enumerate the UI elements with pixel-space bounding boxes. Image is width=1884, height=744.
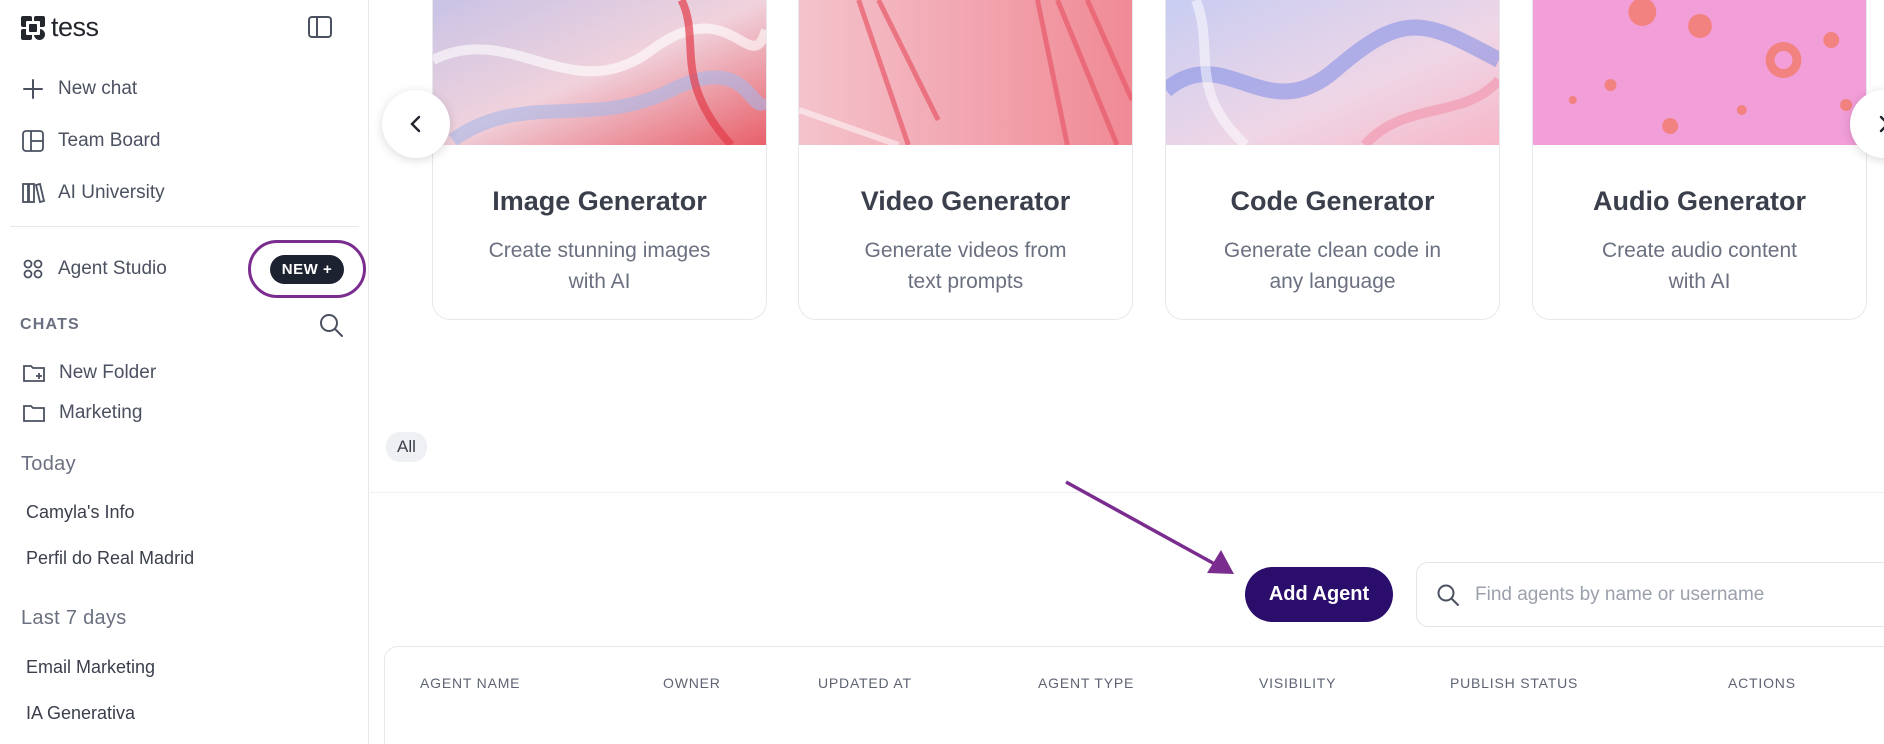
folder-label: New Folder — [59, 362, 157, 383]
folder-label: Marketing — [59, 402, 143, 423]
app-root: tess New chat Team Board AI University A… — [0, 0, 1884, 744]
card-audio-generator[interactable]: Audio Generator Create audio content with… — [1532, 0, 1867, 320]
folder-new-folder[interactable]: New Folder — [21, 360, 156, 386]
search-icon[interactable] — [316, 310, 346, 340]
folder-plus-icon — [23, 365, 45, 382]
board-icon — [22, 130, 44, 152]
column-header[interactable]: PUBLISH STATUS — [1450, 675, 1578, 691]
brand-logo[interactable]: tess — [20, 12, 99, 43]
card-title: Code Generator — [1230, 186, 1435, 216]
sidebar: tess New chat Team Board AI University A… — [0, 0, 369, 744]
grid-icon — [23, 259, 43, 279]
nav-label: AI University — [58, 182, 165, 203]
search-icon — [1437, 584, 1459, 606]
column-header[interactable]: OWNER — [663, 675, 721, 691]
new-badge-label: NEW — [281, 260, 319, 278]
section-divider — [370, 492, 1884, 493]
agent-search-input[interactable] — [1475, 583, 1875, 606]
chat-item[interactable]: Email Marketing — [26, 657, 155, 678]
column-header[interactable]: AGENT TYPE — [1038, 675, 1134, 691]
card-title: Image Generator — [492, 186, 707, 216]
add-agent-button[interactable]: Add Agent — [1245, 567, 1393, 622]
card-title: Video Generator — [860, 186, 1071, 216]
column-header[interactable]: AGENT NAME — [420, 675, 520, 691]
sidebar-toggle-icon[interactable] — [306, 14, 334, 40]
card-image-generator[interactable]: Image Generator Create stunning images wi… — [432, 0, 767, 320]
nav-label: Team Board — [58, 130, 161, 151]
card-description: Generate videos from text prompts — [799, 235, 1132, 297]
chat-item[interactable]: IA Generativa — [26, 703, 135, 724]
card-title: Audio Generator — [1592, 186, 1807, 216]
card-image — [433, 0, 766, 148]
folder-marketing[interactable]: Marketing — [21, 400, 142, 426]
card-desc-line: with AI — [1668, 270, 1731, 293]
brand-name: tess — [51, 12, 99, 42]
library-icon — [22, 182, 46, 204]
carousel-prev-button[interactable] — [382, 90, 450, 158]
agents-table: AGENT NAME OWNER UPDATED AT AGENT TYPE V… — [384, 646, 1884, 744]
agent-studio-link[interactable]: Agent Studio — [20, 256, 167, 282]
card-description: Create audio content with AI — [1533, 235, 1866, 297]
folder-icon — [23, 405, 45, 422]
card-desc-line: any language — [1269, 270, 1396, 293]
main-content: Image Generator Create stunning images wi… — [370, 0, 1884, 744]
ai-university-link[interactable]: AI University — [20, 180, 165, 206]
card-description: Create stunning images with AI — [433, 235, 766, 297]
card-image — [1533, 0, 1866, 145]
card-description: Generate clean code in any language — [1166, 235, 1499, 297]
card-video-generator[interactable]: Video Generator Generate videos from text… — [798, 0, 1133, 320]
new-badge[interactable]: NEW + — [269, 254, 345, 284]
card-desc-line: Create audio content — [1602, 239, 1797, 262]
sidebar-divider — [10, 226, 359, 227]
card-desc-line: text prompts — [907, 270, 1024, 293]
chat-item[interactable]: Camyla's Info — [26, 502, 134, 523]
tess-logo-icon — [21, 15, 45, 40]
group-title-today: Today — [21, 453, 76, 475]
filter-chip-all[interactable]: All — [386, 432, 427, 462]
column-header[interactable]: ACTIONS — [1728, 675, 1796, 691]
column-header[interactable]: VISIBILITY — [1259, 675, 1336, 691]
card-desc-line: with AI — [568, 270, 631, 293]
new-chat-button[interactable]: New chat — [20, 76, 137, 102]
annotation-arrow-icon — [1065, 480, 1234, 574]
chat-item[interactable]: Perfil do Real Madrid — [26, 548, 194, 569]
plus-icon — [23, 79, 43, 99]
card-image — [1166, 0, 1499, 149]
nav-label: Agent Studio — [58, 258, 167, 279]
new-badge-highlight: NEW + — [248, 240, 366, 298]
card-desc-line: Generate clean code in — [1223, 239, 1442, 262]
chevron-right-icon — [1879, 115, 1884, 133]
card-code-generator[interactable]: Code Generator Generate clean code in any… — [1165, 0, 1500, 320]
card-desc-line: Generate videos from — [864, 239, 1067, 262]
card-desc-line: Create stunning images — [488, 239, 711, 262]
card-image — [799, 0, 1132, 148]
agent-search-box[interactable] — [1416, 562, 1884, 627]
chats-heading: CHATS — [20, 316, 80, 333]
nav-label: New chat — [58, 78, 138, 99]
group-title-last-7-days: Last 7 days — [21, 607, 127, 629]
team-board-link[interactable]: Team Board — [20, 128, 160, 154]
chevron-left-icon — [410, 115, 421, 133]
column-header[interactable]: UPDATED AT — [818, 675, 912, 691]
